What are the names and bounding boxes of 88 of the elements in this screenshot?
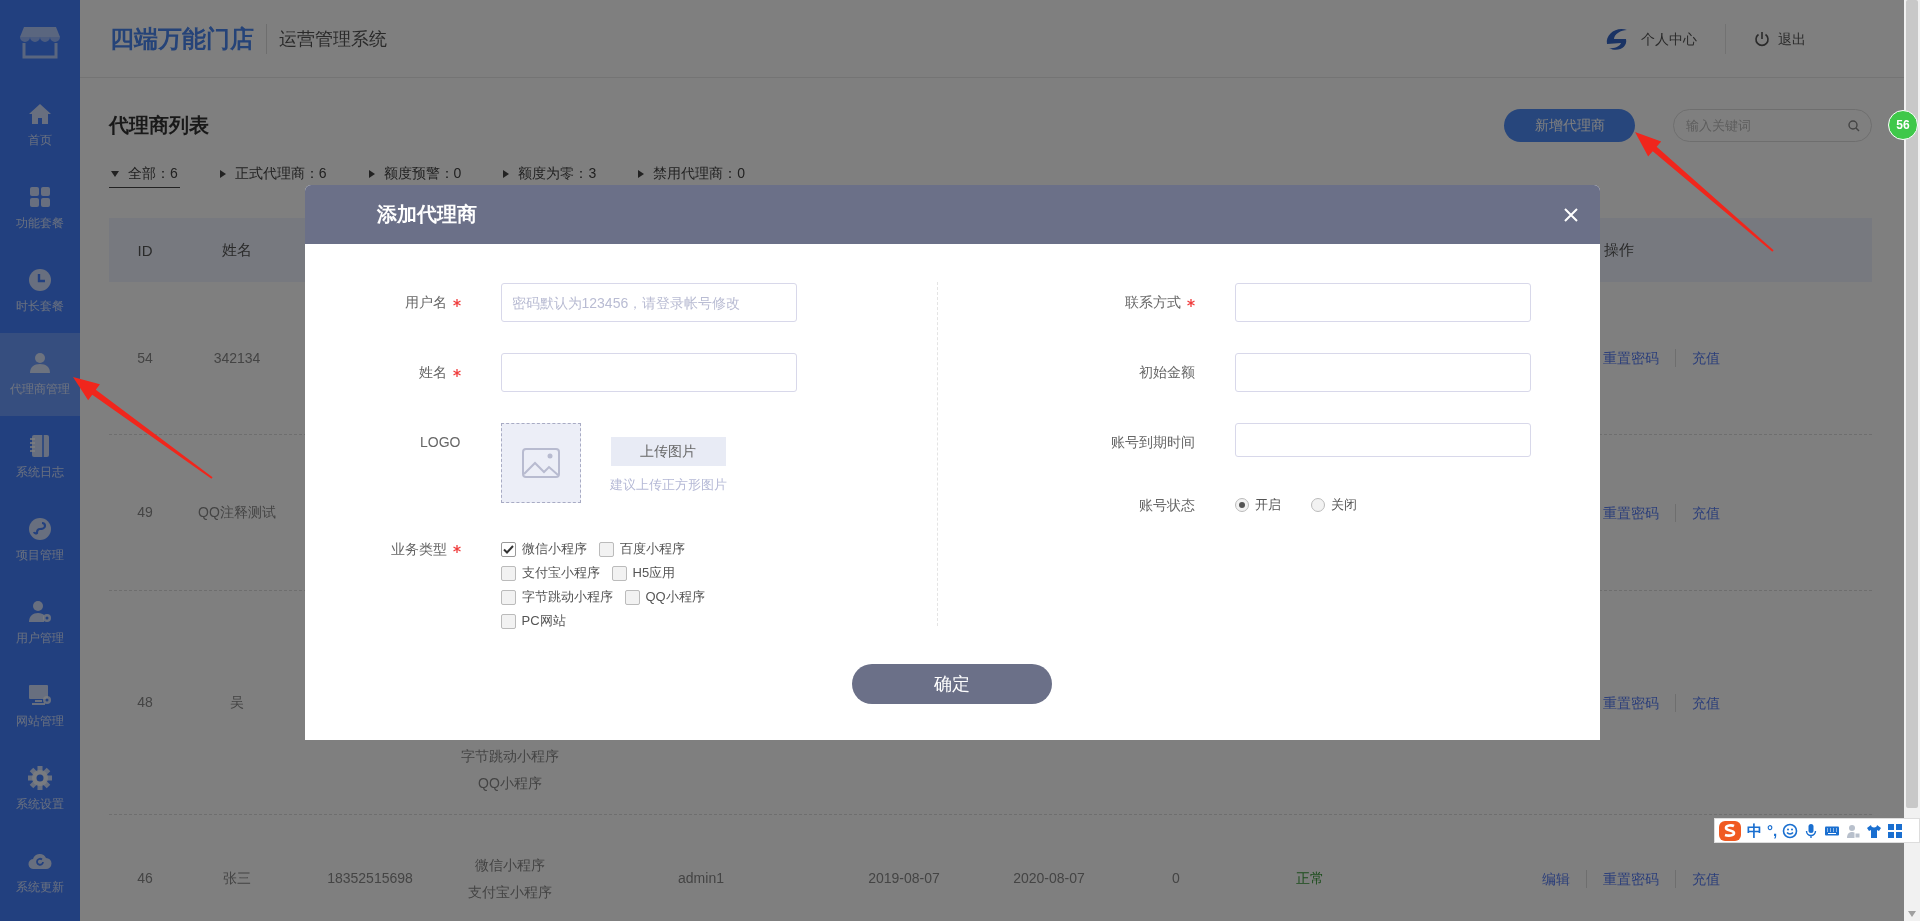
sidebar-item[interactable]: 首页 [0, 84, 80, 167]
link-icon [28, 517, 52, 541]
field-label: 账号到期时间 [1110, 433, 1195, 452]
field-label: LOGO [419, 433, 461, 452]
caret-right-icon [638, 169, 645, 178]
table-cell-text: 342134 [213, 348, 261, 368]
smiley-icon[interactable] [1782, 822, 1799, 839]
column-header: ID [137, 241, 153, 259]
filter-tab[interactable]: 额度预警：0 [366, 160, 464, 188]
table-cell-text: QQ注释测试 [198, 503, 276, 522]
field-label: 账号状态 [1138, 496, 1195, 515]
filter-tab[interactable]: 额度为零：3 [501, 160, 599, 188]
table-cell-text: 0 [1172, 869, 1180, 888]
table-cell-text: 吴 [230, 693, 244, 712]
table-cell-text: 2019-08-07 [868, 869, 940, 888]
person-icon [28, 351, 52, 375]
input-field[interactable]: 密码默认为123456，请登录帐号修改 [500, 283, 797, 322]
action-link[interactable]: 充值 [1675, 869, 1736, 888]
settings-icon [28, 766, 52, 790]
upload-button[interactable]: 上传图片 [610, 437, 726, 466]
checkbox-option[interactable]: 微信小程序 [500, 537, 587, 561]
table-cell-text: 字节跳动小程序 QQ小程序 [461, 747, 559, 793]
radio-option[interactable]: 开启 [1235, 493, 1281, 517]
clock-icon [28, 268, 52, 292]
caret-right-icon [219, 169, 226, 178]
action-link[interactable]: 充值 [1675, 503, 1736, 522]
action-link[interactable]: 重置密码 [1586, 869, 1675, 888]
grid-icon [28, 185, 52, 209]
field-label: 姓名 [304, 353, 461, 392]
brand-title: 四端万能门店 [110, 23, 267, 54]
action-link[interactable]: 充值 [1675, 349, 1736, 367]
field-label: 初始金额 [1138, 363, 1195, 382]
filter-tab[interactable]: 禁用代理商：0 [636, 160, 747, 188]
caret-right-icon [503, 169, 510, 178]
input-mode-toggle[interactable]: 中 [1747, 820, 1762, 841]
action-link[interactable]: 充值 [1675, 693, 1736, 712]
monitor-gear-icon [28, 683, 52, 707]
input-field[interactable] [1235, 353, 1531, 392]
user-gear-icon [28, 600, 52, 624]
field-label: 业务类型 [304, 537, 461, 561]
status-text: 正常 [1296, 869, 1324, 888]
table-cell-text: 微信小程序 支付宝小程序 [468, 855, 552, 902]
input-field[interactable] [1235, 423, 1531, 457]
checkbox-option[interactable]: 百度小程序 [598, 537, 685, 561]
power-icon [1754, 30, 1770, 47]
sidebar-item[interactable]: 系统更新 [0, 831, 80, 914]
caret-down-icon [111, 170, 119, 177]
notebook-icon [28, 434, 52, 458]
confirm-button[interactable]: 确定 [852, 664, 1052, 704]
image-upload-area[interactable] [500, 423, 581, 503]
filter-tab[interactable]: 正式代理商：6 [217, 160, 329, 188]
shirt-icon[interactable] [1866, 822, 1883, 839]
filter-tab[interactable]: 全部：6 [109, 160, 180, 188]
count-badge: 56 [1888, 110, 1918, 140]
table-cell-text: 18352515698 [327, 869, 413, 888]
checkbox-option[interactable]: 支付宝小程序 [500, 561, 600, 585]
table-cell-text: 2020-08-07 [1013, 869, 1085, 888]
caret-right-icon [368, 169, 375, 178]
checkbox-option[interactable]: PC网站 [500, 609, 566, 633]
image-icon [521, 448, 560, 478]
dialog-title: 添加代理商 [376, 202, 478, 227]
table-cell-text: 46 [137, 869, 153, 888]
input-field[interactable] [500, 353, 797, 392]
profile-link[interactable]: 个人中心 [1575, 23, 1725, 54]
checkbox-option[interactable]: 字节跳动小程序 [500, 585, 613, 609]
table-cell-text: 49 [137, 503, 153, 522]
add-agent-button[interactable]: 新增代理商 [1504, 109, 1635, 142]
scroll-down-icon[interactable] [1908, 911, 1916, 917]
checkbox-option[interactable]: QQ小程序 [624, 585, 705, 609]
home-icon [28, 102, 52, 126]
radio-option[interactable]: 关闭 [1311, 493, 1357, 517]
table-cell-text: 54 [137, 348, 153, 368]
close-icon[interactable] [1562, 206, 1579, 223]
punctuation-toggle[interactable]: °, [1767, 820, 1778, 841]
field-label: 用户名 [304, 283, 461, 322]
checkbox-option[interactable]: H5应用 [611, 561, 676, 585]
table-cell-text: admin1 [678, 869, 724, 888]
column-header: 姓名 [222, 240, 252, 260]
grid-icon[interactable] [1887, 822, 1904, 839]
upload-hint: 建议上传正方形图片 [609, 476, 727, 494]
column-header: 操作 [1604, 240, 1634, 260]
action-link[interactable]: 编辑 [1526, 869, 1586, 888]
page-title: 代理商列表 [109, 113, 209, 138]
app-subtitle: 运营管理系统 [279, 27, 387, 51]
field-label: 联系方式 [938, 283, 1195, 322]
input-field[interactable] [1235, 283, 1531, 322]
search-icon [1848, 120, 1860, 132]
table-cell-text: 48 [137, 693, 153, 712]
